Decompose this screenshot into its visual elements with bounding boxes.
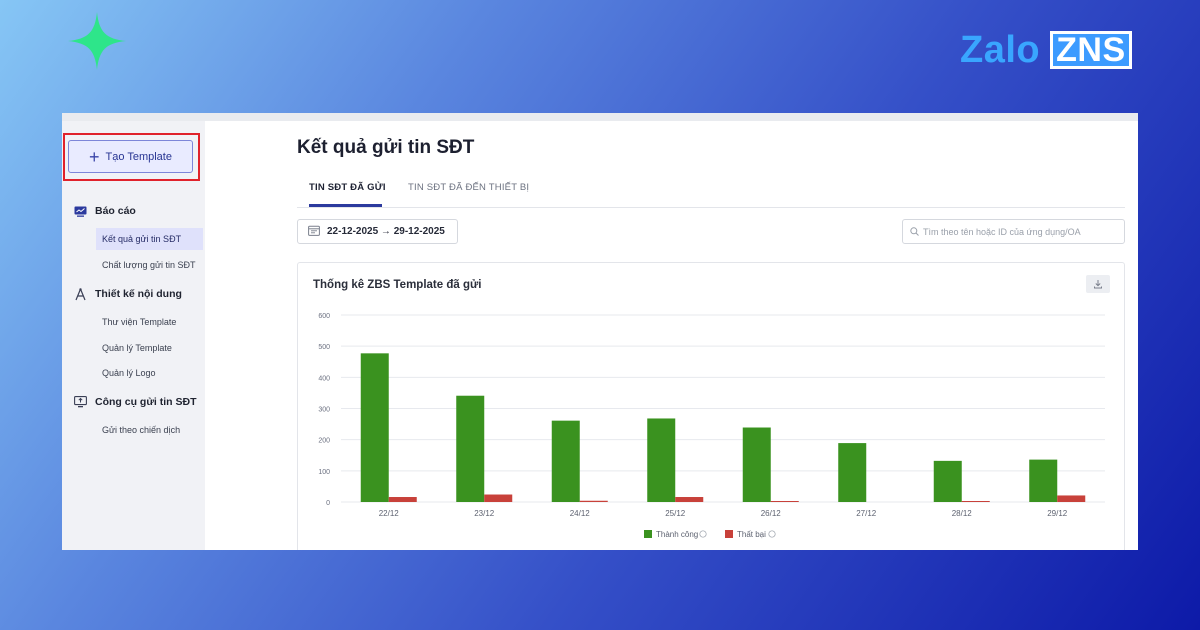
- sidebar: + Tạo Template Báo cáo Kết quả gửi tin S…: [62, 121, 205, 550]
- nav-group-bao-cao[interactable]: Báo cáo: [62, 200, 205, 222]
- search-input[interactable]: [923, 226, 1113, 237]
- legend-label-success: Thành công: [656, 530, 698, 539]
- bar-failure: [388, 497, 417, 502]
- bar-failure: [579, 500, 608, 502]
- nav-group-cong-cu-gui-tin[interactable]: Công cụ gửi tin SĐT: [62, 391, 205, 413]
- brand-zns-text: ZNS: [1050, 31, 1132, 69]
- bar-failure: [484, 494, 513, 502]
- tab-tin-sdt-da-gui[interactable]: TIN SĐT ĐÃ GỬI: [309, 182, 386, 193]
- legend-swatch-success: [644, 530, 652, 538]
- sidebar-item-thu-vien-template[interactable]: Thư viện Template: [96, 311, 203, 333]
- plus-icon: +: [89, 146, 100, 167]
- sidebar-item-chat-luong-gui-tin[interactable]: Chất lượng gửi tin SĐT: [96, 254, 203, 276]
- info-icon: [768, 530, 776, 538]
- date-range-text: 22-12-2025 → 29-12-2025: [327, 226, 445, 237]
- sidebar-item-ket-qua-gui-tin[interactable]: Kết quả gửi tin SĐT: [96, 228, 203, 250]
- search-icon: [910, 223, 919, 241]
- bar-chart: 0 100 200 300 400 500 600 22/12 23/12 24/12 25/12 2…: [318, 313, 1105, 539]
- y-tick-label: 0: [326, 500, 330, 507]
- bar-success: [360, 353, 389, 502]
- date-range-picker[interactable]: 22-12-2025 → 29-12-2025: [297, 219, 458, 244]
- design-compass-icon: [73, 287, 87, 301]
- calendar-icon: [308, 225, 320, 239]
- create-template-button[interactable]: + Tạo Template: [68, 140, 193, 173]
- info-icon: [699, 530, 707, 538]
- search-box[interactable]: [902, 219, 1125, 244]
- y-tick-label: 100: [318, 469, 330, 476]
- bar-failure: [961, 501, 990, 502]
- sidebar-item-label: Quản lý Template: [102, 343, 172, 353]
- sidebar-item-label: Quản lý Logo: [102, 368, 156, 378]
- x-tick-label: 22/12: [379, 509, 400, 518]
- bar-success: [838, 443, 867, 502]
- sidebar-item-gui-theo-chien-dich[interactable]: Gửi theo chiến dịch: [96, 419, 203, 441]
- x-tick-label: 27/12: [856, 509, 877, 518]
- active-tab-indicator: [309, 204, 382, 207]
- monitor-chart-icon: [73, 204, 87, 218]
- bar-success: [1029, 459, 1058, 502]
- app-window: + Tạo Template Báo cáo Kết quả gửi tin S…: [62, 113, 1138, 550]
- sparkle-icon: [68, 12, 126, 70]
- top-strip: [62, 113, 1138, 121]
- zalo-zns-logo: Zalo ZNS: [960, 30, 1132, 70]
- y-tick-label: 600: [318, 313, 330, 320]
- bar-success: [551, 420, 580, 502]
- bar-success: [647, 418, 676, 502]
- page-title: Kết quả gửi tin SĐT: [297, 137, 475, 158]
- legend-swatch-failure: [725, 530, 733, 538]
- bar-success: [456, 395, 485, 502]
- x-tick-label: 26/12: [761, 509, 782, 518]
- sidebar-item-quan-ly-template[interactable]: Quản lý Template: [96, 337, 203, 359]
- sidebar-item-quan-ly-logo[interactable]: Quản lý Logo: [96, 362, 203, 384]
- x-tick-label: 24/12: [570, 509, 591, 518]
- bar-failure: [1057, 495, 1086, 502]
- y-tick-label: 300: [318, 407, 330, 414]
- create-template-label: Tạo Template: [105, 150, 172, 163]
- tab-tin-sdt-da-den-thiet-bi[interactable]: TIN SĐT ĐÃ ĐẾN THIẾT BỊ: [408, 182, 529, 193]
- tab-bar: TIN SĐT ĐÃ GỬI TIN SĐT ĐÃ ĐẾN THIẾT BỊ: [297, 173, 1125, 208]
- nav-group-thiet-ke-noi-dung[interactable]: Thiết kế nội dung: [62, 283, 205, 305]
- y-tick-label: 400: [318, 375, 330, 382]
- nav-group-label: Thiết kế nội dung: [95, 288, 182, 300]
- sidebar-item-label: Chất lượng gửi tin SĐT: [102, 260, 196, 270]
- y-tick-label: 200: [318, 438, 330, 445]
- x-tick-label: 29/12: [1047, 509, 1068, 518]
- x-tick-label: 25/12: [665, 509, 686, 518]
- chart-card: Thống kê ZBS Template đã gửi 0 100 200 300 4…: [297, 262, 1125, 550]
- x-tick-label: 28/12: [952, 509, 973, 518]
- main-content: Kết quả gửi tin SĐT TIN SĐT ĐÃ GỬI TIN S…: [205, 121, 1138, 550]
- brand-zalo-text: Zalo: [960, 29, 1041, 71]
- nav-group-label: Công cụ gửi tin SĐT: [95, 396, 197, 408]
- bar-success: [933, 460, 962, 502]
- bar-failure: [675, 497, 704, 502]
- x-tick-label: 23/12: [474, 509, 495, 518]
- send-screen-icon: [73, 395, 87, 409]
- sidebar-item-label: Gửi theo chiến dịch: [102, 425, 181, 435]
- legend-label-failure: Thất bại: [737, 530, 766, 539]
- sidebar-item-label: Thư viện Template: [102, 317, 177, 327]
- sidebar-item-label: Kết quả gửi tin SĐT: [102, 234, 182, 244]
- bar-failure: [770, 501, 799, 502]
- y-tick-label: 500: [318, 344, 330, 351]
- bar-success: [742, 427, 771, 502]
- nav-group-label: Báo cáo: [95, 205, 136, 217]
